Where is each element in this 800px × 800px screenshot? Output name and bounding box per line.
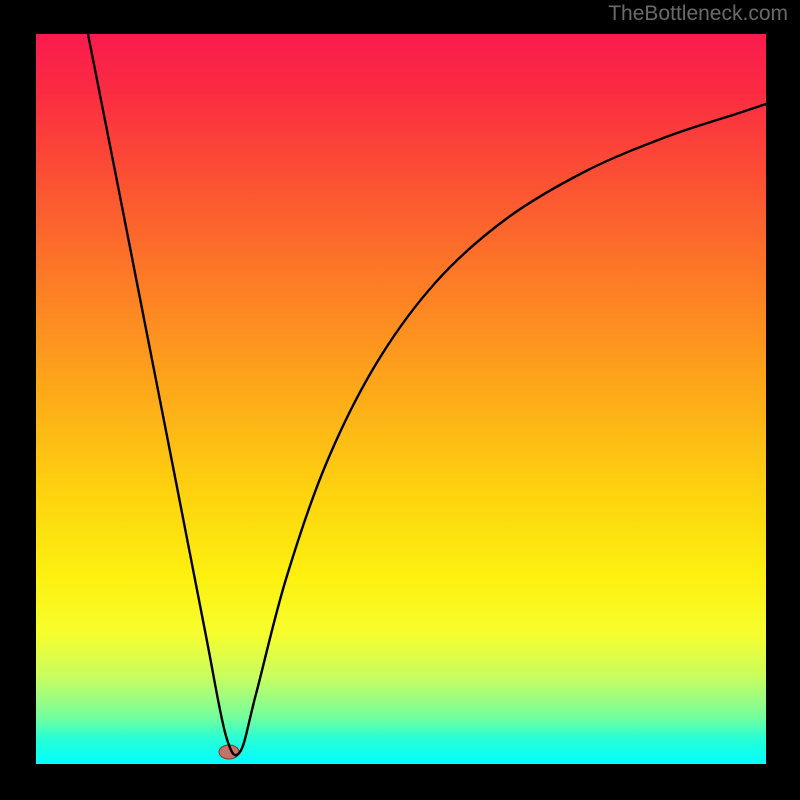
chart-canvas (36, 34, 766, 764)
stage: TheBottleneck.com (0, 0, 800, 800)
attribution-label: TheBottleneck.com (608, 2, 788, 26)
chart-background (36, 34, 766, 764)
